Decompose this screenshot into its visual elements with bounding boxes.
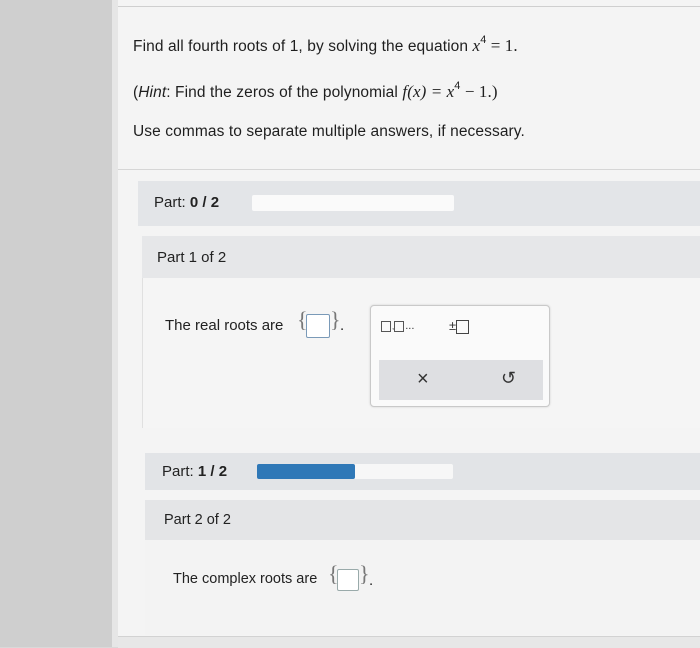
plus-minus-button[interactable]: ± [449, 318, 470, 334]
square-icon [456, 319, 470, 334]
bottom-divider [118, 636, 700, 648]
part1-heading: Part 1 of 2 [157, 249, 227, 266]
list-button[interactable]: ,... [381, 320, 414, 332]
polynomial-exponent: 4 [454, 80, 461, 92]
hint-label: Hint [138, 84, 167, 102]
complex-roots-input[interactable] [337, 569, 359, 591]
keyboard-actions: × ↺ [379, 360, 543, 400]
equation-tail: = 1. [486, 36, 518, 56]
part-progress-value: 1 / 2 [197, 463, 228, 480]
right-brace-icon: } [330, 307, 341, 332]
right-brace-icon: } [359, 561, 370, 586]
question-line: Find all fourth roots of 1, by solving t… [133, 34, 518, 56]
part1-header[interactable]: Part 1 of 2 [142, 236, 700, 278]
square-icon [381, 320, 391, 332]
part-progress-value: 0 / 2 [189, 194, 220, 211]
question-text: Find all fourth roots of 1, by solving t… [133, 38, 469, 56]
complex-roots-answer[interactable]: { } . [328, 561, 378, 593]
hint-line: (Hint: Find the zeros of the polynomial … [133, 80, 498, 102]
clear-icon[interactable]: × [417, 368, 429, 391]
top-divider [118, 6, 700, 7]
part-progress-label: Part: 1 / 2 [162, 463, 228, 480]
complex-roots-prompt: The complex roots are [173, 571, 318, 587]
polynomial-tail: − 1.) [460, 82, 498, 102]
undo-icon[interactable]: ↺ [501, 368, 516, 389]
real-roots-input[interactable] [306, 314, 330, 338]
equation-exponent: 4 [480, 34, 487, 46]
part2-body [145, 540, 700, 635]
left-sidebar [0, 0, 118, 647]
section-divider [118, 169, 700, 170]
part2-heading: Part 2 of 2 [164, 512, 231, 528]
part-progress-bar: Part: 0 / 2 [138, 181, 700, 226]
hint-text: : Find the zeros of the polynomial [166, 84, 398, 102]
progress-track [257, 464, 453, 479]
polynomial-expression: f(x) = x [402, 82, 455, 102]
real-roots-prompt: The real roots are [165, 317, 284, 334]
progress-track [252, 195, 454, 211]
math-keyboard-panel: ,... ± × ↺ [370, 305, 550, 407]
part-progress-label: Part: 0 / 2 [154, 194, 220, 211]
part2-header[interactable]: Part 2 of 2 [145, 500, 700, 540]
real-roots-answer[interactable]: { } . [297, 307, 347, 339]
part-progress-bar-2: Part: 1 / 2 [145, 453, 700, 490]
progress-fill [257, 464, 355, 479]
instructions: Use commas to separate multiple answers,… [133, 123, 525, 140]
square-icon [394, 320, 405, 332]
